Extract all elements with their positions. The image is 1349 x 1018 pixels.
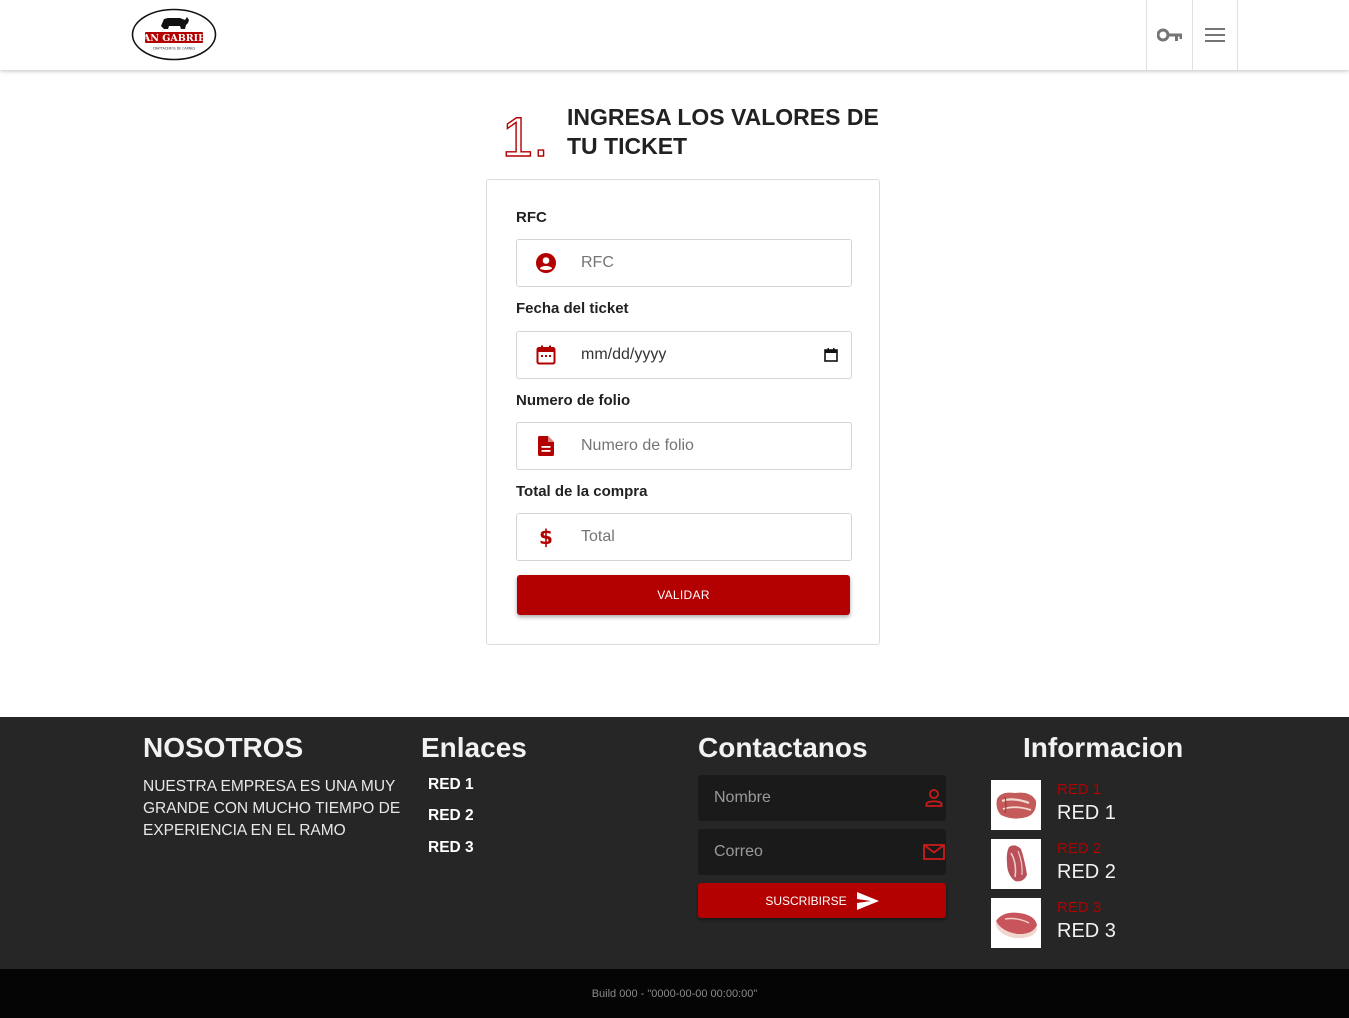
email-field[interactable] xyxy=(698,829,946,875)
meat-thumbnail xyxy=(991,780,1041,830)
info-title: Informacion xyxy=(1023,732,1184,763)
mail-icon xyxy=(921,844,946,860)
send-icon xyxy=(856,891,879,910)
top-navbar: SAN GABRIEL CRATTACEROS DE CARNES xyxy=(0,0,1349,70)
dollar-icon: $ xyxy=(517,514,575,560)
name-input[interactable] xyxy=(698,776,921,820)
person-icon xyxy=(921,788,946,808)
svg-text:1.: 1. xyxy=(502,106,549,166)
subscribe-label: SUSCRIBIRSE xyxy=(765,893,847,908)
info-title-item: RED 2 xyxy=(1057,861,1116,883)
fecha-field[interactable]: mm/dd/yyyy xyxy=(516,331,852,379)
info-item[interactable]: RED 3 RED 3 xyxy=(991,898,1191,948)
info-title-item: RED 1 xyxy=(1057,802,1116,824)
links-title: Enlaces xyxy=(421,732,527,763)
svg-text:$: $ xyxy=(539,526,553,548)
folio-label: Numero de folio xyxy=(516,392,631,409)
rfc-input[interactable] xyxy=(575,241,851,285)
ticket-form-card: RFC Fecha del ticket mm/dd/yyyy xyxy=(486,179,880,645)
contact-title: Contactanos xyxy=(698,732,868,763)
date-picker-icon[interactable] xyxy=(811,348,851,362)
fecha-input[interactable]: mm/dd/yyyy xyxy=(575,346,811,364)
hamburger-menu-icon xyxy=(1205,28,1225,42)
svg-text:CRATTACEROS DE CARNES: CRATTACEROS DE CARNES xyxy=(153,47,195,51)
total-label: Total de la compra xyxy=(516,483,648,500)
info-title-item: RED 3 xyxy=(1057,920,1116,942)
info-subtitle: RED 2 xyxy=(1057,840,1102,857)
step-number: 1. xyxy=(501,104,562,168)
footer-link[interactable]: RED 1 xyxy=(428,776,474,794)
info-subtitle: RED 3 xyxy=(1057,899,1102,916)
login-key-button[interactable] xyxy=(1146,0,1192,70)
about-text: NUESTRA EMPRESA ES UNA MUY GRANDE CON MU… xyxy=(143,778,401,839)
about-title: NOSOTROS xyxy=(143,732,304,763)
folio-field[interactable] xyxy=(516,422,852,470)
bottom-bar: Build 000 - "0000-00-00 00:00:00" xyxy=(0,969,1349,1018)
footer: NOSOTROS NUESTRA EMPRESA ES UNA MUY GRAN… xyxy=(0,717,1349,969)
info-item[interactable]: RED 1 RED 1 xyxy=(991,780,1191,830)
info-item[interactable]: RED 2 RED 2 xyxy=(991,839,1191,889)
subscribe-button[interactable]: SUSCRIBIRSE xyxy=(698,883,946,918)
total-field[interactable]: $ xyxy=(516,513,852,561)
rfc-field[interactable] xyxy=(516,239,852,287)
calendar-icon xyxy=(517,332,575,378)
meat-thumbnail xyxy=(991,839,1041,889)
document-icon xyxy=(517,423,575,469)
menu-button[interactable] xyxy=(1192,0,1238,70)
build-info: Build 000 - "0000-00-00 00:00:00" xyxy=(591,987,758,1000)
footer-link[interactable]: RED 2 xyxy=(428,807,474,825)
email-input[interactable] xyxy=(698,830,921,874)
info-subtitle: RED 1 xyxy=(1057,781,1102,798)
rfc-label: RFC xyxy=(516,209,547,226)
folio-input[interactable] xyxy=(575,424,851,468)
validar-button[interactable]: VALIDAR xyxy=(517,575,850,615)
step-title: INGRESA LOS VALORES DE TU TICKET xyxy=(567,104,879,159)
key-icon xyxy=(1156,28,1182,42)
footer-link[interactable]: RED 3 xyxy=(428,839,474,857)
account-circle-icon xyxy=(517,240,575,286)
meat-thumbnail xyxy=(991,898,1041,948)
total-input[interactable] xyxy=(575,515,851,559)
fecha-label: Fecha del ticket xyxy=(516,300,629,317)
logo-text: SAN GABRIEL xyxy=(136,33,212,44)
san-gabriel-logo[interactable]: SAN GABRIEL CRATTACEROS DE CARNES xyxy=(131,8,217,61)
name-field[interactable] xyxy=(698,775,946,821)
